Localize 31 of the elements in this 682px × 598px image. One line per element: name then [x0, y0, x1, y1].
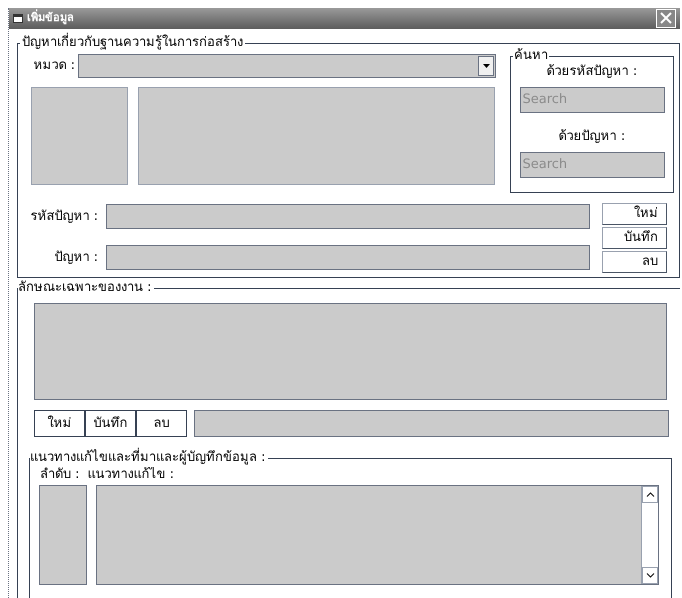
button[interactable]: ใหม่	[602, 202, 667, 225]
field-label: ด้วยรหัสปัญหา :	[546, 62, 638, 81]
text-area[interactable]	[138, 86, 495, 185]
field-label: รหัสปัญหา :	[29, 208, 98, 226]
button[interactable]: ใหม่	[34, 410, 85, 437]
scrollbar[interactable]	[641, 486, 658, 584]
window-title: เพิ่มข้อมูล	[27, 10, 75, 26]
search-field[interactable]: Search	[520, 152, 664, 178]
group-title: แนวทางแก้ไขและที่มาและผู้บัญทึกข้อมูล :	[30, 449, 268, 467]
field-label: หมวด :	[32, 57, 75, 76]
text-field[interactable]	[106, 204, 590, 229]
button[interactable]: บันทึก	[602, 226, 667, 249]
group-title: ปัญหาเกี่ยวกับฐานความรู้ในการก่อสร้าง	[20, 34, 245, 52]
button[interactable]: บันทึก	[85, 410, 136, 437]
field-label: ปัญหา :	[53, 248, 98, 267]
category-dropdown[interactable]	[78, 54, 496, 78]
scroll-up-icon[interactable]	[642, 486, 658, 503]
column-label: ลำดับ :	[40, 467, 80, 483]
search-field[interactable]: Search	[520, 86, 664, 113]
close-button[interactable]	[656, 8, 676, 28]
order-list[interactable]	[39, 485, 87, 585]
field-label: ด้วยปัญหา :	[558, 128, 626, 146]
window-icon	[13, 14, 23, 23]
button[interactable]: ลบ	[136, 410, 187, 437]
text-field[interactable]	[106, 244, 590, 270]
spec-text-area[interactable]	[34, 303, 667, 400]
text-field[interactable]	[194, 410, 669, 437]
button[interactable]: ลบ	[602, 250, 667, 273]
solution-text-area[interactable]	[96, 485, 659, 585]
scroll-down-icon[interactable]	[642, 567, 658, 584]
column-label: แนวทางแก้ไข :	[88, 467, 174, 483]
